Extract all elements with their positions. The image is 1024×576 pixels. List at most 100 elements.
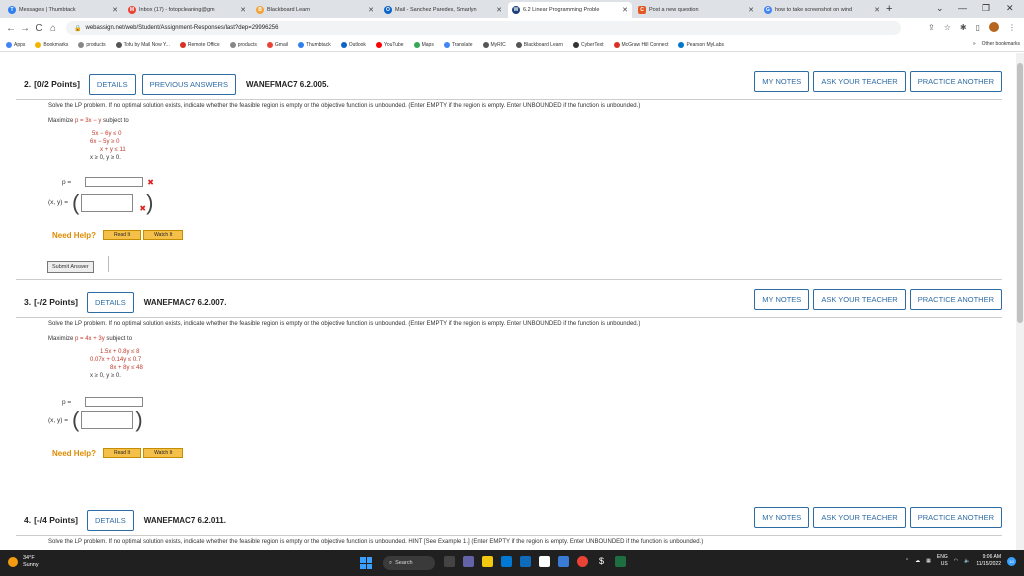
scrollbar-thumb[interactable] xyxy=(1017,63,1023,323)
ask-teacher-button[interactable]: ASK YOUR TEACHER xyxy=(813,71,906,92)
tab-label: how to take screenshot on wind xyxy=(775,7,853,13)
wifi-icon[interactable]: ◠ xyxy=(954,558,958,564)
question-body: Solve the LP problem. If no optimal solu… xyxy=(48,539,998,545)
chevron-up-icon[interactable]: ⌃ xyxy=(905,558,909,564)
tab-thumbtack[interactable]: T Messages | Thumbtack ✕ xyxy=(4,2,122,18)
bookmark-item[interactable]: products xyxy=(229,41,257,48)
profile-avatar[interactable] xyxy=(989,22,999,32)
language-indicator[interactable]: ENG US xyxy=(937,554,948,568)
bookmark-item[interactable]: YouTube xyxy=(375,41,404,48)
windows-start-icon[interactable] xyxy=(360,557,372,569)
ask-teacher-button[interactable]: ASK YOUR TEACHER xyxy=(813,289,906,310)
browser-toolbar-icons: ⇪ ☆ ✱ ▯ ⋮ xyxy=(928,22,1016,32)
dollar-icon[interactable]: $ xyxy=(596,556,607,567)
sidepanel-icon[interactable]: ▯ xyxy=(976,23,980,32)
other-bookmarks[interactable]: Other bookmarks xyxy=(982,41,1020,47)
bookmark-item[interactable]: Tofu by Mail Now Y... xyxy=(115,41,170,48)
new-tab-button[interactable]: + xyxy=(886,3,892,15)
reload-icon[interactable]: C xyxy=(32,23,46,34)
home-icon[interactable]: ⌂ xyxy=(46,23,60,34)
bookmark-item[interactable]: Thumbtack xyxy=(297,41,331,48)
cloud-icon[interactable]: ☁ xyxy=(915,558,920,564)
task-view-icon[interactable] xyxy=(444,556,455,567)
back-arrow-icon[interactable]: ← xyxy=(4,23,18,34)
star-icon[interactable]: ☆ xyxy=(944,23,951,32)
mail-icon[interactable] xyxy=(520,556,531,567)
edge-icon[interactable] xyxy=(501,556,512,567)
read-it-button[interactable]: Read It xyxy=(103,448,142,458)
amazon-icon[interactable] xyxy=(539,556,550,567)
file-explorer-icon[interactable] xyxy=(482,556,493,567)
clock[interactable]: 9:06 AM 11/15/2022 xyxy=(976,554,1001,568)
bookmark-item[interactable]: products xyxy=(78,41,106,48)
share-icon[interactable]: ⇪ xyxy=(928,23,935,32)
practice-another-button[interactable]: PRACTICE ANOTHER xyxy=(909,289,1002,310)
bookmarks-more-button[interactable]: » xyxy=(973,41,976,47)
my-notes-button[interactable]: MY NOTES xyxy=(754,289,810,310)
close-icon[interactable]: ✕ xyxy=(874,6,880,14)
previous-answers-button[interactable]: PREVIOUS ANSWERS xyxy=(141,73,236,95)
notification-badge[interactable]: 10 xyxy=(1007,556,1016,566)
close-icon[interactable]: ✕ xyxy=(368,6,374,14)
close-icon[interactable]: ✕ xyxy=(112,6,118,14)
p-input[interactable] xyxy=(85,177,144,187)
close-icon[interactable]: ✕ xyxy=(622,6,628,14)
tab-google-search[interactable]: G how to take screenshot on wind ✕ xyxy=(760,2,884,18)
bookmark-item[interactable]: MyRIC xyxy=(482,41,506,48)
excel-icon[interactable] xyxy=(615,556,626,567)
bookmark-icon xyxy=(297,41,304,48)
window-close-icon[interactable]: ✕ xyxy=(1006,3,1014,14)
taskbar-search[interactable]: ⌕ Search xyxy=(383,556,435,570)
bookmark-item[interactable]: McGraw Hill Connect xyxy=(613,41,668,48)
p-answer-row: p = ✖ xyxy=(62,177,154,187)
bookmark-item[interactable]: Pearson MyLabs xyxy=(678,41,724,48)
close-icon[interactable]: ✕ xyxy=(748,6,754,14)
details-button[interactable]: DETAILS xyxy=(87,291,134,313)
details-button[interactable]: DETAILS xyxy=(88,73,136,95)
close-icon[interactable]: ✕ xyxy=(240,6,246,14)
teams-icon[interactable] xyxy=(463,556,474,567)
tab-search-icon[interactable]: ⌄ xyxy=(936,3,944,14)
bookmark-item[interactable]: Translate xyxy=(443,41,473,48)
p-input[interactable] xyxy=(85,397,144,407)
close-icon[interactable]: ✕ xyxy=(496,6,502,14)
bookmark-item[interactable]: Maps xyxy=(413,41,434,48)
bookmark-item[interactable]: Gmail xyxy=(266,41,288,48)
practice-another-button[interactable]: PRACTICE ANOTHER xyxy=(909,507,1002,528)
dropbox-icon[interactable] xyxy=(558,556,569,567)
tab-webassign[interactable]: W 6.2 Linear Programming Proble ✕ xyxy=(508,2,632,18)
tab-blackboard[interactable]: B Blackboard Learn ✕ xyxy=(252,2,378,18)
practice-another-button[interactable]: PRACTICE ANOTHER xyxy=(909,71,1002,92)
menu-icon[interactable]: ⋮ xyxy=(1008,23,1016,32)
ask-teacher-button[interactable]: ASK YOUR TEACHER xyxy=(813,507,906,528)
chrome-icon[interactable] xyxy=(577,556,588,567)
bookmark-item[interactable]: Blackboard Learn xyxy=(515,41,563,48)
watch-it-button[interactable]: Watch It xyxy=(143,230,184,240)
extensions-icon[interactable]: ✱ xyxy=(960,23,967,32)
read-it-button[interactable]: Read It xyxy=(103,230,142,240)
volume-icon[interactable]: 🔈 xyxy=(964,558,970,564)
tab-gmail[interactable]: M Inbox (17) - fotopcleaning@gm ✕ xyxy=(124,2,250,18)
weather-widget[interactable]: 34°F Sunny xyxy=(8,555,39,569)
my-notes-button[interactable]: MY NOTES xyxy=(754,507,810,528)
xy-input[interactable] xyxy=(81,411,134,429)
details-button[interactable]: DETAILS xyxy=(87,509,134,531)
watch-it-button[interactable]: Watch It xyxy=(143,448,184,458)
bookmark-item[interactable]: Outlook xyxy=(340,41,366,48)
url-bar[interactable]: 🔒 webassign.net/web/Student/Assignment-R… xyxy=(66,21,901,35)
outlook-icon: O xyxy=(384,6,392,14)
my-notes-button[interactable]: MY NOTES xyxy=(754,71,810,92)
bookmark-item[interactable]: CyberText xyxy=(572,41,604,48)
restore-icon[interactable]: ❐ xyxy=(982,3,990,14)
submit-answer-button[interactable]: Submit Answer xyxy=(47,261,94,273)
page-scrollbar[interactable] xyxy=(1016,53,1024,550)
bookmark-item[interactable]: Bookmarks xyxy=(35,41,68,48)
bookmark-item[interactable]: Remote Office xyxy=(179,41,220,48)
minimize-icon[interactable]: — xyxy=(958,3,967,13)
bookmark-item[interactable]: Apps xyxy=(6,41,25,48)
tab-outlook-mail[interactable]: O Mail - Sanchez Paredes, Smarlyn ✕ xyxy=(380,2,506,18)
tab-chegg[interactable]: C Post a new question ✕ xyxy=(634,2,758,18)
forward-arrow-icon[interactable]: → xyxy=(18,23,32,34)
network-icon[interactable]: ▦ xyxy=(926,558,931,564)
xy-input[interactable] xyxy=(81,193,134,212)
